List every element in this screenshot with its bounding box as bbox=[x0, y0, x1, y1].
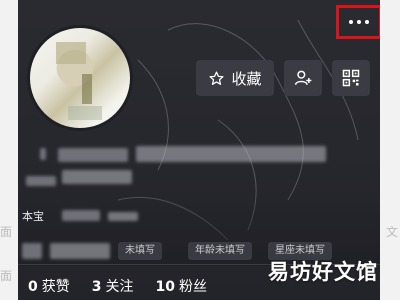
tag-age: 年龄未填写 bbox=[188, 242, 252, 260]
backdrop-text-left-bottom: 面 bbox=[0, 269, 13, 283]
star-outline-icon bbox=[209, 70, 224, 85]
profile-stats: 0 获赞 3 关注 10 粉丝 bbox=[28, 276, 207, 296]
stat-followers[interactable]: 10 粉丝 bbox=[156, 276, 207, 296]
bio-prefix: 本宝 bbox=[22, 210, 44, 223]
ellipsis-horizontal-icon bbox=[349, 20, 353, 24]
favorite-button[interactable]: 收藏 bbox=[196, 60, 274, 96]
tag-redacted bbox=[22, 243, 42, 259]
nickname-redacted bbox=[58, 148, 128, 162]
backdrop-text-right: 文 bbox=[386, 225, 399, 239]
stat-likes[interactable]: 0 获赞 bbox=[28, 276, 70, 296]
profile-header: 收藏 本宝 未填写 年龄未填写 星座未填写 0 获赞 3 关注 10 粉丝 易坊… bbox=[18, 0, 380, 300]
stat-following[interactable]: 3 关注 bbox=[92, 276, 134, 296]
favorite-label: 收藏 bbox=[231, 69, 262, 88]
nickname-redacted bbox=[40, 148, 46, 160]
add-friend-button[interactable] bbox=[284, 60, 322, 96]
nickname-redacted bbox=[136, 146, 326, 162]
avatar[interactable] bbox=[30, 28, 130, 128]
add-user-icon bbox=[294, 70, 312, 85]
tag-location: 未填写 bbox=[118, 242, 162, 260]
account-id-redacted bbox=[26, 176, 56, 186]
bio-redacted bbox=[62, 210, 100, 221]
tag-redacted bbox=[50, 243, 110, 259]
watermark: 易坊好文馆 bbox=[268, 260, 378, 284]
backdrop-text-left-top: 面 bbox=[0, 225, 13, 239]
qr-code-icon bbox=[342, 69, 360, 87]
account-id-redacted bbox=[62, 170, 132, 184]
more-options-button[interactable] bbox=[336, 5, 380, 39]
qr-code-button[interactable] bbox=[332, 60, 370, 96]
bio-redacted bbox=[108, 212, 138, 221]
